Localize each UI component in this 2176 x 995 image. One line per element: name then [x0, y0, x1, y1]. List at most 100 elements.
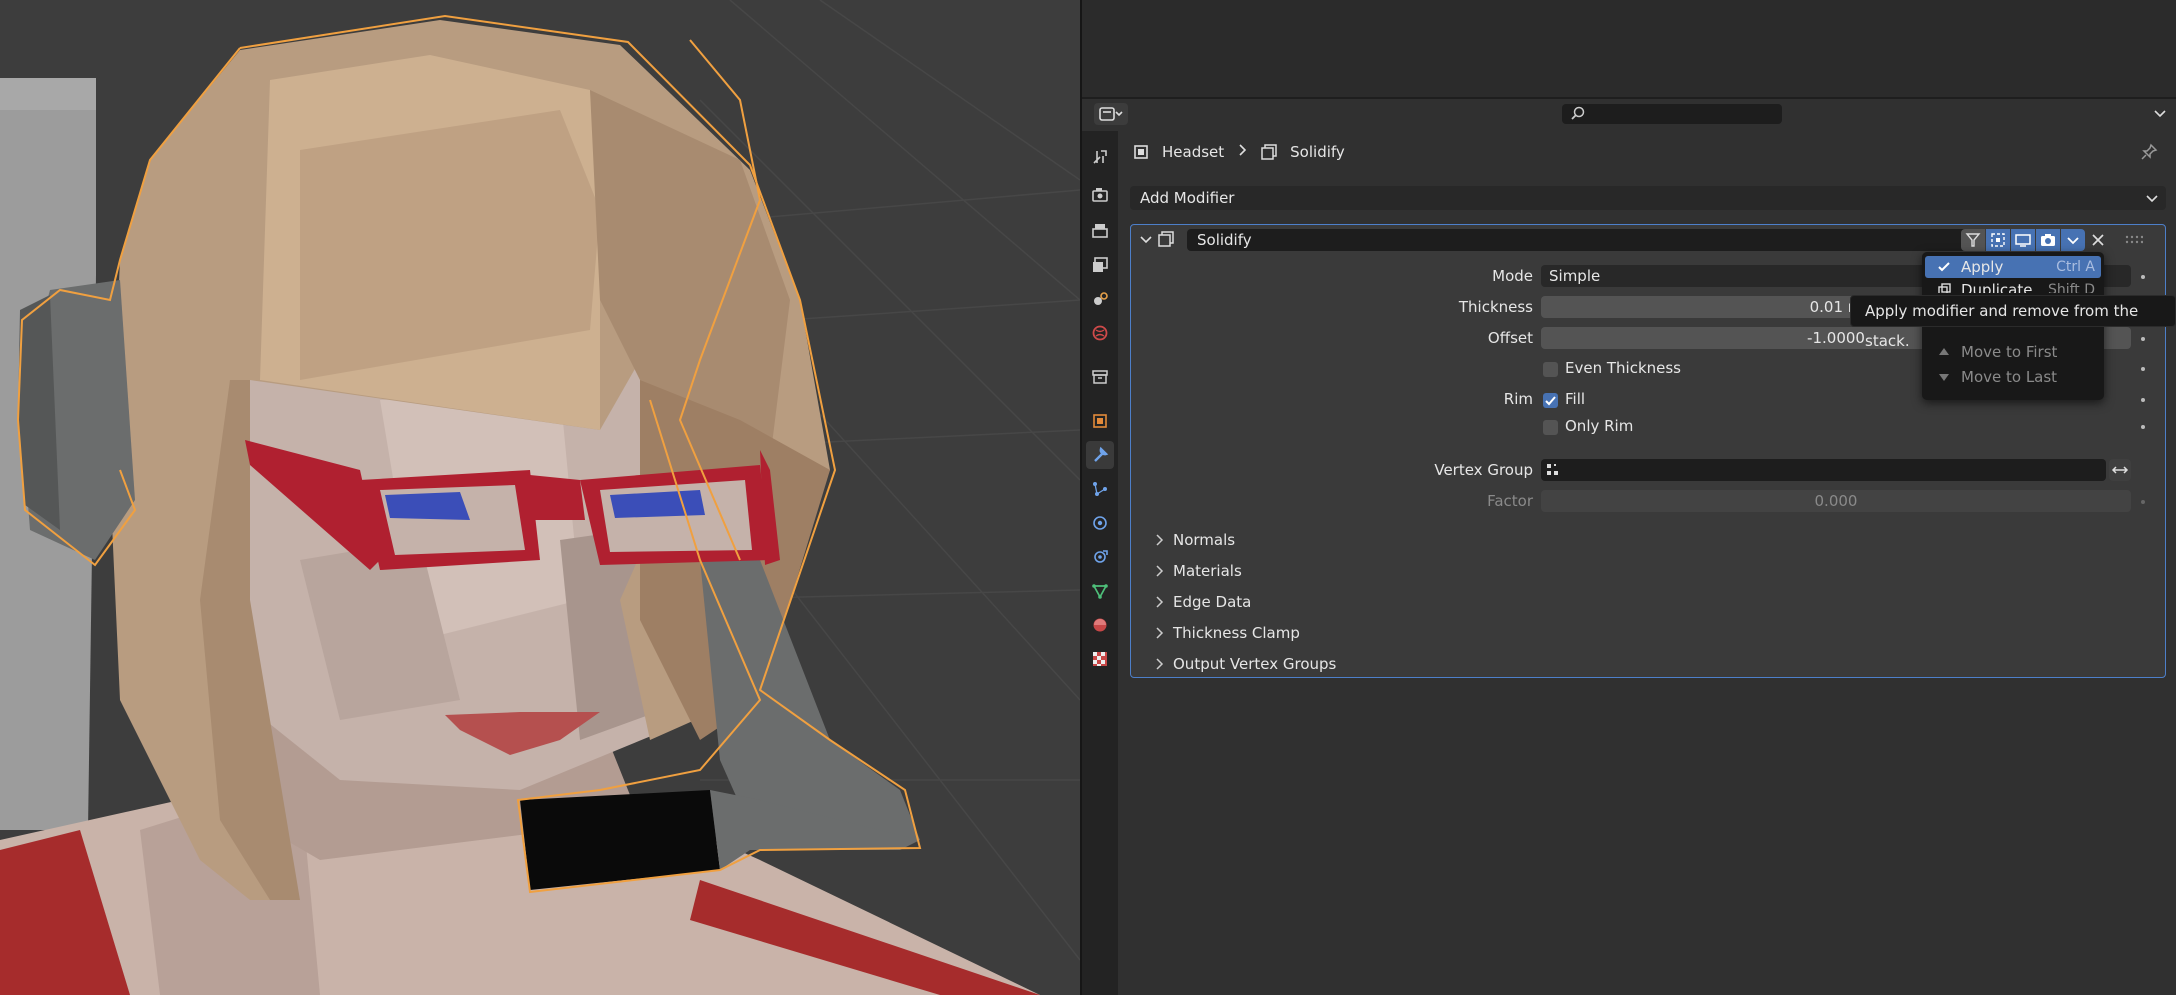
chevron-right-icon	[1156, 534, 1164, 546]
viewport-toggle[interactable]	[2011, 229, 2035, 251]
chevron-down-icon[interactable]	[2152, 105, 2168, 121]
object-icon	[1093, 414, 1107, 428]
menu-item-move-to-last[interactable]: Move to Last	[1925, 366, 2101, 388]
properties-header	[1082, 99, 2176, 129]
render-toggle[interactable]	[2036, 229, 2060, 251]
thickness-label: Thickness	[1458, 298, 1533, 316]
modifier-name-field[interactable]: Solidify	[1187, 229, 1977, 251]
chevron-right-icon	[1156, 627, 1164, 639]
particles-icon	[1093, 482, 1107, 496]
tool-icon	[1093, 150, 1107, 164]
subpanel-output-vertex-groups[interactable]: Output Vertex Groups	[1155, 655, 1336, 673]
properties-tab-bar	[1082, 131, 1118, 995]
tab-material[interactable]	[1086, 611, 1114, 639]
triangle-down-icon	[1939, 374, 1949, 381]
camera-icon	[2041, 234, 2055, 246]
pin-icon[interactable]	[2140, 143, 2158, 161]
collection-icon	[1092, 370, 1108, 384]
output-icon	[1092, 224, 1108, 238]
tab-world[interactable]	[1086, 319, 1114, 347]
rim-fill-label: Fill	[1565, 390, 1586, 408]
subpanel-thickness-clamp[interactable]: Thickness Clamp	[1155, 624, 1300, 642]
breadcrumb: Headset Solidify	[1132, 140, 1345, 164]
subpanel-label: Normals	[1173, 531, 1236, 549]
search-icon	[1571, 106, 1585, 120]
tab-physics[interactable]	[1086, 509, 1114, 537]
tab-data[interactable]	[1086, 577, 1114, 605]
mode-label: Mode	[1492, 267, 1533, 285]
offset-label: Offset	[1487, 329, 1533, 347]
menu-item-apply[interactable]: Apply Ctrl A	[1925, 256, 2101, 278]
extra-options-toggle[interactable]	[2061, 229, 2085, 251]
world-icon	[1092, 325, 1108, 341]
tab-output[interactable]	[1086, 217, 1114, 245]
edit-mode-icon	[1991, 233, 2005, 247]
tab-tool[interactable]	[1086, 143, 1114, 171]
subpanel-normals[interactable]: Normals	[1155, 531, 1235, 549]
physics-icon	[1093, 516, 1107, 530]
invert-vertex-group-button[interactable]	[2109, 459, 2131, 481]
subpanel-materials[interactable]: Materials	[1155, 562, 1242, 580]
tab-collection[interactable]	[1086, 363, 1114, 391]
even-thickness-label: Even Thickness	[1565, 359, 1681, 377]
rim-fill-checkbox[interactable]	[1543, 393, 1558, 408]
tab-constraints[interactable]	[1086, 543, 1114, 571]
close-icon[interactable]	[2091, 233, 2105, 247]
tab-render[interactable]	[1086, 181, 1114, 209]
subpanel-label: Materials	[1173, 562, 1242, 580]
factor-field[interactable]: 0.000	[1541, 490, 2131, 512]
modifier-header: Solidify	[1131, 225, 2165, 255]
tab-texture[interactable]	[1086, 645, 1114, 673]
keyframe-dot[interactable]	[2141, 275, 2145, 279]
tab-particles[interactable]	[1086, 475, 1114, 503]
editor-type-icon	[1099, 107, 1123, 121]
only-rim-label: Only Rim	[1565, 417, 1634, 435]
breadcrumb-separator	[1238, 143, 1248, 161]
edit-mode-toggle[interactable]	[1986, 229, 2010, 251]
mode-value: Simple	[1549, 267, 1601, 285]
subpanel-edge-data[interactable]: Edge Data	[1155, 593, 1251, 611]
material-icon	[1093, 618, 1107, 632]
keyframe-dot[interactable]	[2141, 337, 2145, 341]
vertex-group-label: Vertex Group	[1434, 461, 1533, 479]
menu-item-label: Move to Last	[1961, 368, 2058, 386]
keyframe-dot[interactable]	[2141, 367, 2145, 371]
search-input[interactable]	[1562, 104, 1782, 124]
tab-view-layer[interactable]	[1086, 251, 1114, 279]
texture-icon	[1093, 652, 1107, 666]
editor-type-button[interactable]	[1094, 103, 1128, 125]
solidify-modifier-icon	[1158, 231, 1174, 247]
3d-viewport[interactable]	[0, 0, 1080, 995]
add-modifier-dropdown[interactable]: Add Modifier	[1130, 186, 2166, 210]
only-rim-checkbox[interactable]	[1543, 420, 1558, 435]
vertex-group-field[interactable]	[1541, 459, 2106, 481]
even-thickness-checkbox[interactable]	[1543, 362, 1558, 377]
factor-label: Factor	[1487, 492, 1533, 510]
chevron-down-icon	[2067, 237, 2079, 245]
drag-handle-icon[interactable]	[2125, 235, 2143, 245]
keyframe-dot[interactable]	[2141, 398, 2145, 402]
tab-object[interactable]	[1086, 407, 1114, 435]
menu-item-duplicate[interactable]: Duplicate Shift D	[1925, 279, 2101, 293]
constraints-icon	[1094, 550, 1108, 563]
menu-item-move-to-first[interactable]: Move to First	[1925, 341, 2101, 363]
monitor-icon	[2015, 234, 2031, 247]
subpanel-label: Thickness Clamp	[1173, 624, 1300, 642]
collapse-chevron-icon[interactable]	[1139, 233, 1153, 247]
tab-scene[interactable]	[1086, 285, 1114, 313]
invert-arrows-icon	[2111, 466, 2129, 474]
subpanel-label: Edge Data	[1173, 593, 1252, 611]
on-cage-toggle[interactable]	[1961, 229, 1985, 251]
checkmark-icon	[1938, 262, 1950, 272]
keyframe-dot[interactable]	[2141, 500, 2145, 504]
menu-item-label: Apply	[1961, 258, 2004, 276]
checkmark-icon	[1545, 396, 1556, 406]
tooltip: Apply modifier and remove from the stack…	[1850, 295, 2176, 350]
subpanel-label: Output Vertex Groups	[1173, 655, 1337, 673]
keyframe-dot[interactable]	[2141, 425, 2145, 429]
funnel-icon	[1965, 233, 1981, 247]
tab-modifiers[interactable]	[1086, 441, 1114, 469]
chevron-right-icon	[1156, 596, 1164, 608]
menu-item-label: Duplicate	[1961, 281, 2033, 293]
breadcrumb-modifier: Solidify	[1290, 143, 1345, 161]
